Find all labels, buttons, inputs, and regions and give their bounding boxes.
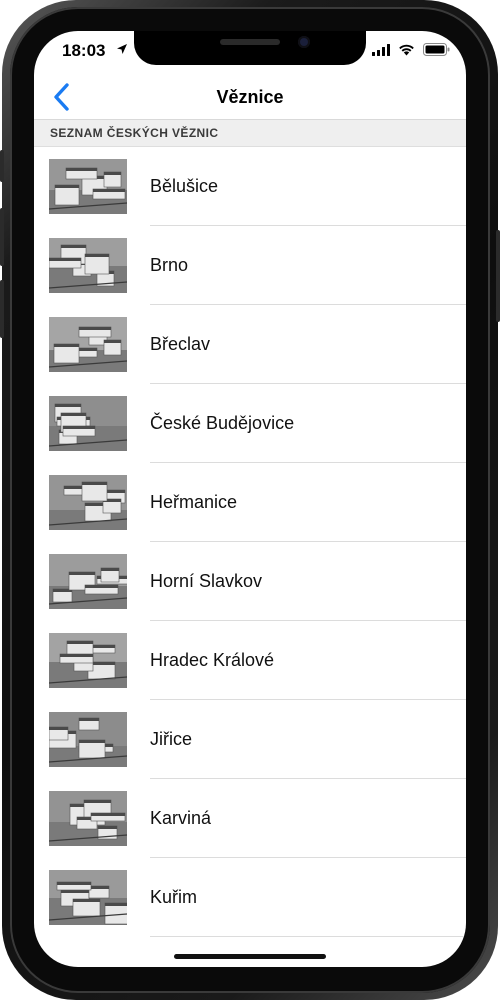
prison-name: Heřmanice xyxy=(150,492,238,512)
prison-row[interactable]: Karviná xyxy=(34,779,466,858)
prison-row[interactable]: Brno xyxy=(34,226,466,305)
signal-icon xyxy=(372,43,390,56)
volume-down-button xyxy=(0,280,4,338)
page-title: Věznice xyxy=(216,87,284,107)
wifi-icon xyxy=(399,44,414,55)
prison-list: Bělušice Brno Břeclav České Budějovice H… xyxy=(34,147,466,937)
prison-thumbnail xyxy=(49,396,127,451)
prison-name: Hradec Králové xyxy=(150,650,275,670)
notch xyxy=(134,31,366,65)
volume-up-button xyxy=(0,208,4,266)
prison-name: Brno xyxy=(150,255,189,275)
speaker-grille xyxy=(220,39,280,45)
prison-thumbnail xyxy=(49,475,127,530)
prison-row[interactable]: Hradec Králové xyxy=(34,621,466,700)
prison-row[interactable]: Břeclav xyxy=(34,305,466,384)
screen: 18:03 Věznice SEZNAM ČESKÝCH VĚZNIC Bělu… xyxy=(34,31,466,967)
prison-row[interactable]: Bělušice xyxy=(34,147,466,226)
prison-row[interactable]: Heřmanice xyxy=(34,463,466,542)
prison-thumbnail xyxy=(49,554,127,609)
battery-icon xyxy=(423,43,450,56)
prison-name: Kuřim xyxy=(150,887,198,907)
power-button xyxy=(496,230,500,322)
location-arrow-icon xyxy=(117,44,127,54)
status-time: 18:03 xyxy=(62,41,106,60)
row-separator xyxy=(150,936,466,937)
prison-thumbnail xyxy=(49,712,127,767)
status-icons xyxy=(372,43,450,56)
prison-row[interactable]: Jiřice xyxy=(34,700,466,779)
prison-thumbnail xyxy=(49,317,127,372)
home-indicator[interactable] xyxy=(174,954,326,959)
prison-name: Horní Slavkov xyxy=(150,571,263,591)
prison-name: Bělušice xyxy=(150,176,219,196)
prison-row[interactable]: Kuřim xyxy=(34,858,466,937)
mute-switch xyxy=(0,150,4,182)
prison-thumbnail xyxy=(49,159,127,214)
prison-thumbnail xyxy=(49,791,127,846)
prison-name: Karviná xyxy=(150,808,212,828)
section-header: SEZNAM ČESKÝCH VĚZNIC xyxy=(34,119,466,147)
prison-thumbnail xyxy=(49,870,127,925)
prison-name: Břeclav xyxy=(150,334,211,354)
section-header-label: SEZNAM ČESKÝCH VĚZNIC xyxy=(50,126,219,140)
prison-name: České Budějovice xyxy=(150,413,295,433)
prison-thumbnail xyxy=(49,238,127,293)
prison-row[interactable]: Horní Slavkov xyxy=(34,542,466,621)
prison-row[interactable]: České Budějovice xyxy=(34,384,466,463)
prison-name: Jiřice xyxy=(150,729,193,749)
prison-thumbnail xyxy=(49,633,127,688)
front-camera xyxy=(298,36,310,48)
navigation-bar: Věznice xyxy=(34,75,466,119)
